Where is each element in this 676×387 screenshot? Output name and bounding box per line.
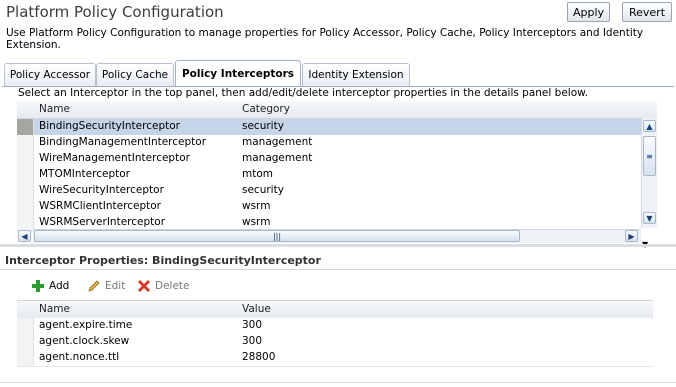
row-header[interactable]: [17, 215, 34, 231]
apply-button[interactable]: Apply: [567, 2, 610, 22]
row-header[interactable]: [17, 119, 34, 135]
tab-policy-interceptors[interactable]: Policy Interceptors: [175, 60, 301, 87]
column-header-name[interactable]: Name: [39, 303, 70, 315]
horizontal-scrollbar[interactable]: ◀ ||| ▶: [18, 229, 641, 243]
table-row[interactable]: BindingSecurityInterceptor security: [17, 119, 641, 136]
table-row[interactable]: MTOMInterceptor mtom: [17, 167, 641, 184]
row-name: agent.expire.time: [39, 319, 133, 331]
row-name: agent.nonce.ttl: [39, 351, 120, 363]
table-row[interactable]: agent.nonce.ttl 28800: [17, 350, 653, 367]
row-header[interactable]: [17, 183, 34, 199]
column-header-category[interactable]: Category: [242, 103, 290, 115]
vertical-scrollbar[interactable]: ▲ ≡ ▼: [641, 118, 657, 228]
scroll-down-icon[interactable]: ▼: [643, 212, 656, 224]
row-header[interactable]: [17, 151, 34, 167]
page-description: Use Platform Policy Configuration to man…: [6, 27, 644, 51]
add-label: Add: [49, 280, 70, 292]
row-header[interactable]: [17, 199, 34, 215]
revert-button[interactable]: Revert: [622, 2, 672, 22]
add-button[interactable]: Add: [31, 279, 69, 293]
row-value: 28800: [242, 351, 276, 363]
interceptor-table: Name Category BindingSecurityInterceptor…: [17, 101, 657, 243]
properties-table: Name Value agent.expire.time 300 agent.cl…: [17, 300, 653, 367]
row-category: management: [242, 152, 313, 164]
table-row[interactable]: WSRMClientInterceptor wsrm: [17, 199, 641, 216]
properties-toolbar: Add Edit Delete: [17, 273, 653, 300]
delete-button[interactable]: Delete: [137, 279, 190, 293]
scroll-up-icon[interactable]: ▲: [643, 120, 656, 132]
row-name: MTOMInterceptor: [39, 168, 130, 180]
table-row[interactable]: WireManagementInterceptor management: [17, 151, 641, 168]
row-header[interactable]: [17, 135, 34, 151]
scroll-left-icon[interactable]: ◀: [18, 230, 31, 242]
table-row[interactable]: WireSecurityInterceptor security: [17, 183, 641, 200]
row-header[interactable]: [17, 334, 34, 350]
row-name: WireSecurityInterceptor: [39, 184, 164, 196]
column-header-name[interactable]: Name: [39, 103, 70, 115]
table-header: Name Category: [17, 101, 657, 119]
tab-policy-accessor[interactable]: Policy Accessor: [4, 63, 96, 86]
edit-button[interactable]: Edit: [87, 279, 125, 293]
column-header-value[interactable]: Value: [242, 303, 271, 315]
row-category: mtom: [242, 168, 273, 180]
tab-policy-cache[interactable]: Policy Cache: [96, 63, 174, 86]
row-category: wsrm: [242, 216, 271, 228]
table-row[interactable]: BindingManagementInterceptor management: [17, 135, 641, 152]
row-header[interactable]: [17, 318, 34, 334]
add-icon: [32, 280, 44, 292]
delete-label: Delete: [155, 280, 190, 292]
row-value: 300: [242, 319, 263, 331]
edit-label: Edit: [105, 280, 126, 292]
row-name: WSRMServerInterceptor: [39, 216, 166, 228]
row-name: BindingSecurityInterceptor: [39, 120, 180, 132]
table-row[interactable]: agent.clock.skew 300: [17, 334, 653, 351]
row-name: agent.clock.skew: [39, 335, 130, 347]
row-category: security: [242, 120, 284, 132]
delete-icon: [137, 279, 151, 293]
table-row[interactable]: agent.expire.time 300: [17, 318, 653, 335]
row-category: wsrm: [242, 200, 271, 212]
row-value: 300: [242, 335, 263, 347]
page-title: Platform Policy Configuration: [6, 3, 224, 21]
panel-splitter[interactable]: [0, 244, 676, 247]
row-category: security: [242, 184, 284, 196]
tab-identity-extension[interactable]: Identity Extension: [302, 63, 410, 86]
row-name: WSRMClientInterceptor: [39, 200, 161, 212]
properties-divider: [0, 269, 676, 270]
row-header[interactable]: [17, 167, 34, 183]
row-header[interactable]: [17, 350, 34, 366]
row-category: management: [242, 136, 313, 148]
horizontal-scroll-thumb[interactable]: |||: [34, 230, 520, 242]
properties-title: Interceptor Properties: BindingSecurityI…: [5, 254, 321, 267]
row-name: WireManagementInterceptor: [39, 152, 190, 164]
table-header: Name Value: [17, 300, 653, 319]
scroll-right-icon[interactable]: ▶: [625, 230, 638, 242]
pencil-icon: [88, 280, 100, 292]
bottom-divider: [0, 382, 676, 383]
interceptor-instruction: Select an Interceptor in the top panel, …: [18, 87, 589, 99]
row-name: BindingManagementInterceptor: [39, 136, 207, 148]
scroll-thumb[interactable]: ≡: [643, 136, 656, 176]
